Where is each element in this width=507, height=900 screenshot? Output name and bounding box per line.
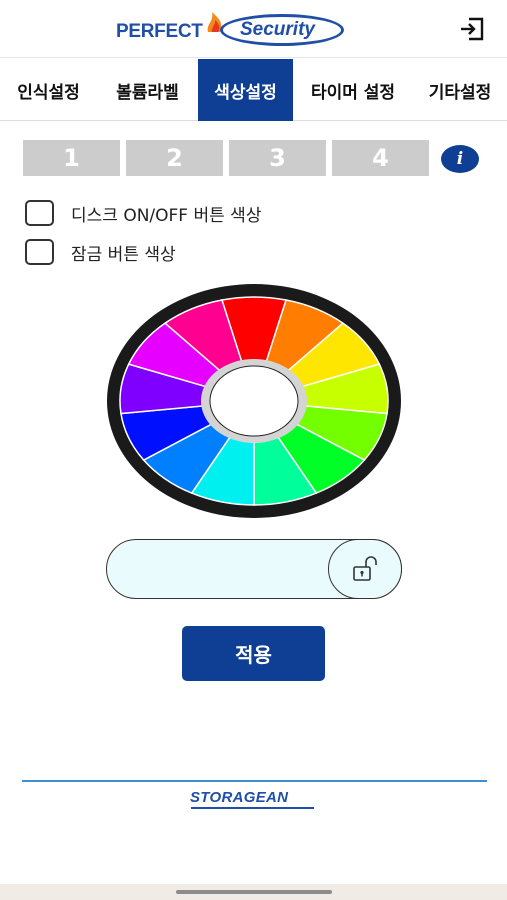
disk-color-label: 디스크 ON/OFF 버튼 색상 <box>71 205 262 226</box>
step-selector: 1 2 3 4 <box>23 140 429 176</box>
storagean-logo-underline <box>191 807 314 809</box>
home-indicator[interactable] <box>176 890 332 894</box>
app-header: PERFECT Security <box>0 0 507 58</box>
logout-button[interactable] <box>458 16 486 42</box>
tab-timer-settings[interactable]: 타이머 설정 <box>293 59 413 121</box>
lock-color-label: 잠금 버튼 색상 <box>71 244 176 265</box>
unlock-icon <box>353 556 377 581</box>
logo-perfect-text: PERFECT <box>116 21 203 42</box>
color-wheel-center <box>209 365 299 437</box>
tab-color-settings[interactable]: 색상설정 <box>198 59 293 121</box>
settings-tab-bar: 인식설정 볼륨라벨 색상설정 타이머 설정 기타설정 <box>0 59 507 121</box>
step-button-2[interactable]: 2 <box>126 140 223 176</box>
lock-color-preview[interactable] <box>106 539 402 599</box>
logo-security-text: Security <box>240 19 315 40</box>
info-icon[interactable]: i <box>441 145 479 173</box>
footer-divider <box>22 780 487 782</box>
lock-toggle-knob[interactable] <box>328 539 402 599</box>
tab-recognition-settings[interactable]: 인식설정 <box>0 59 97 121</box>
tab-volume-label[interactable]: 볼륨라벨 <box>97 59 198 121</box>
disk-color-checkbox[interactable] <box>25 200 54 226</box>
step-button-4[interactable]: 4 <box>332 140 429 176</box>
storagean-logo: STORAGEAN <box>190 789 289 806</box>
tab-other-settings[interactable]: 기타설정 <box>413 59 507 121</box>
step-button-3[interactable]: 3 <box>229 140 326 176</box>
apply-button[interactable]: 적용 <box>182 626 325 681</box>
perfect-security-logo: PERFECT Security <box>116 10 348 48</box>
lock-color-option[interactable]: 잠금 버튼 색상 <box>25 238 176 266</box>
step-button-1[interactable]: 1 <box>23 140 120 176</box>
lock-color-checkbox[interactable] <box>25 239 54 265</box>
color-wheel[interactable] <box>105 282 403 520</box>
disk-color-option[interactable]: 디스크 ON/OFF 버튼 색상 <box>25 199 261 227</box>
logout-icon <box>461 17 484 41</box>
